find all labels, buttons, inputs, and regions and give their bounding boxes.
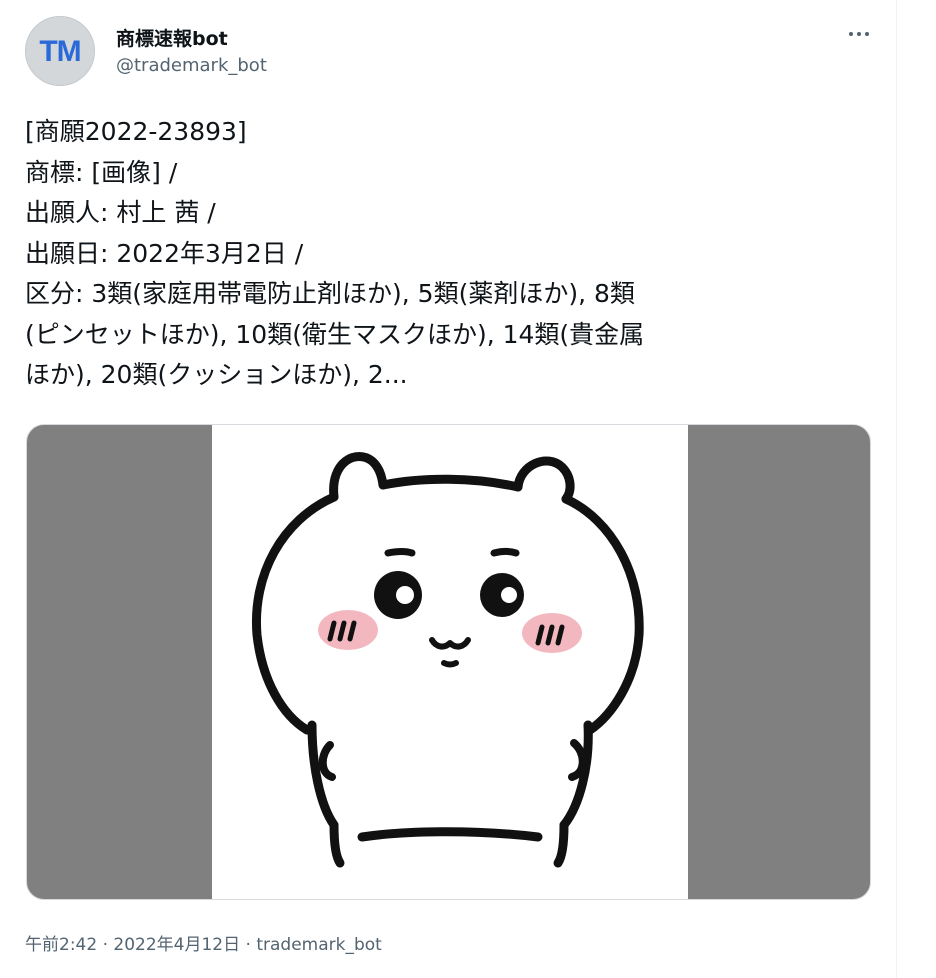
tweet-source-link[interactable]: trademark_bot: [256, 935, 382, 955]
column-divider: [896, 0, 897, 978]
avatar[interactable]: TM: [25, 16, 95, 86]
user-handle[interactable]: @trademark_bot: [116, 55, 267, 76]
tweet-text: [商願2022-23893] 商標: [画像] / 出願人: 村上 茜 / 出願…: [25, 112, 865, 396]
tweet-text-line: 出願人: 村上 茜 /: [25, 198, 216, 227]
meta-separator: ·: [240, 935, 257, 955]
display-name[interactable]: 商標速報bot: [116, 24, 228, 51]
tweet-text-line: ほか), 20類(クッションほか), 2...: [25, 360, 408, 389]
tweet: TM 商標速報bot @trademark_bot [商願2022-23893]…: [0, 0, 896, 978]
tweet-metadata: 午前2:42 · 2022年4月12日 · trademark_bot: [25, 930, 382, 955]
more-horizontal-icon: [849, 32, 853, 36]
tweet-text-line: 区分: 3類(家庭用帯電防止剤ほか), 5類(薬剤ほか), 8類: [25, 279, 635, 308]
bear-character-illustration: [251, 452, 644, 868]
tweet-timestamp-date[interactable]: 2022年4月12日: [113, 935, 240, 955]
tweet-timestamp-time[interactable]: 午前2:42: [25, 935, 97, 955]
meta-separator: ·: [97, 935, 114, 955]
tweet-text-line: [商願2022-23893]: [25, 117, 247, 146]
tweet-media[interactable]: [26, 424, 871, 900]
tweet-text-line: 出願日: 2022年3月2日 /: [25, 238, 304, 268]
more-options-button[interactable]: [838, 18, 880, 50]
tweet-text-line: 商標: [画像] /: [25, 157, 178, 187]
tweet-text-line: (ピンセットほか), 10類(衛生マスクほか), 14類(貴金属: [25, 319, 645, 349]
avatar-logo-text: TM: [39, 35, 81, 68]
page: TM 商標速報bot @trademark_bot [商願2022-23893]…: [0, 0, 936, 978]
trademark-image: [212, 425, 688, 899]
